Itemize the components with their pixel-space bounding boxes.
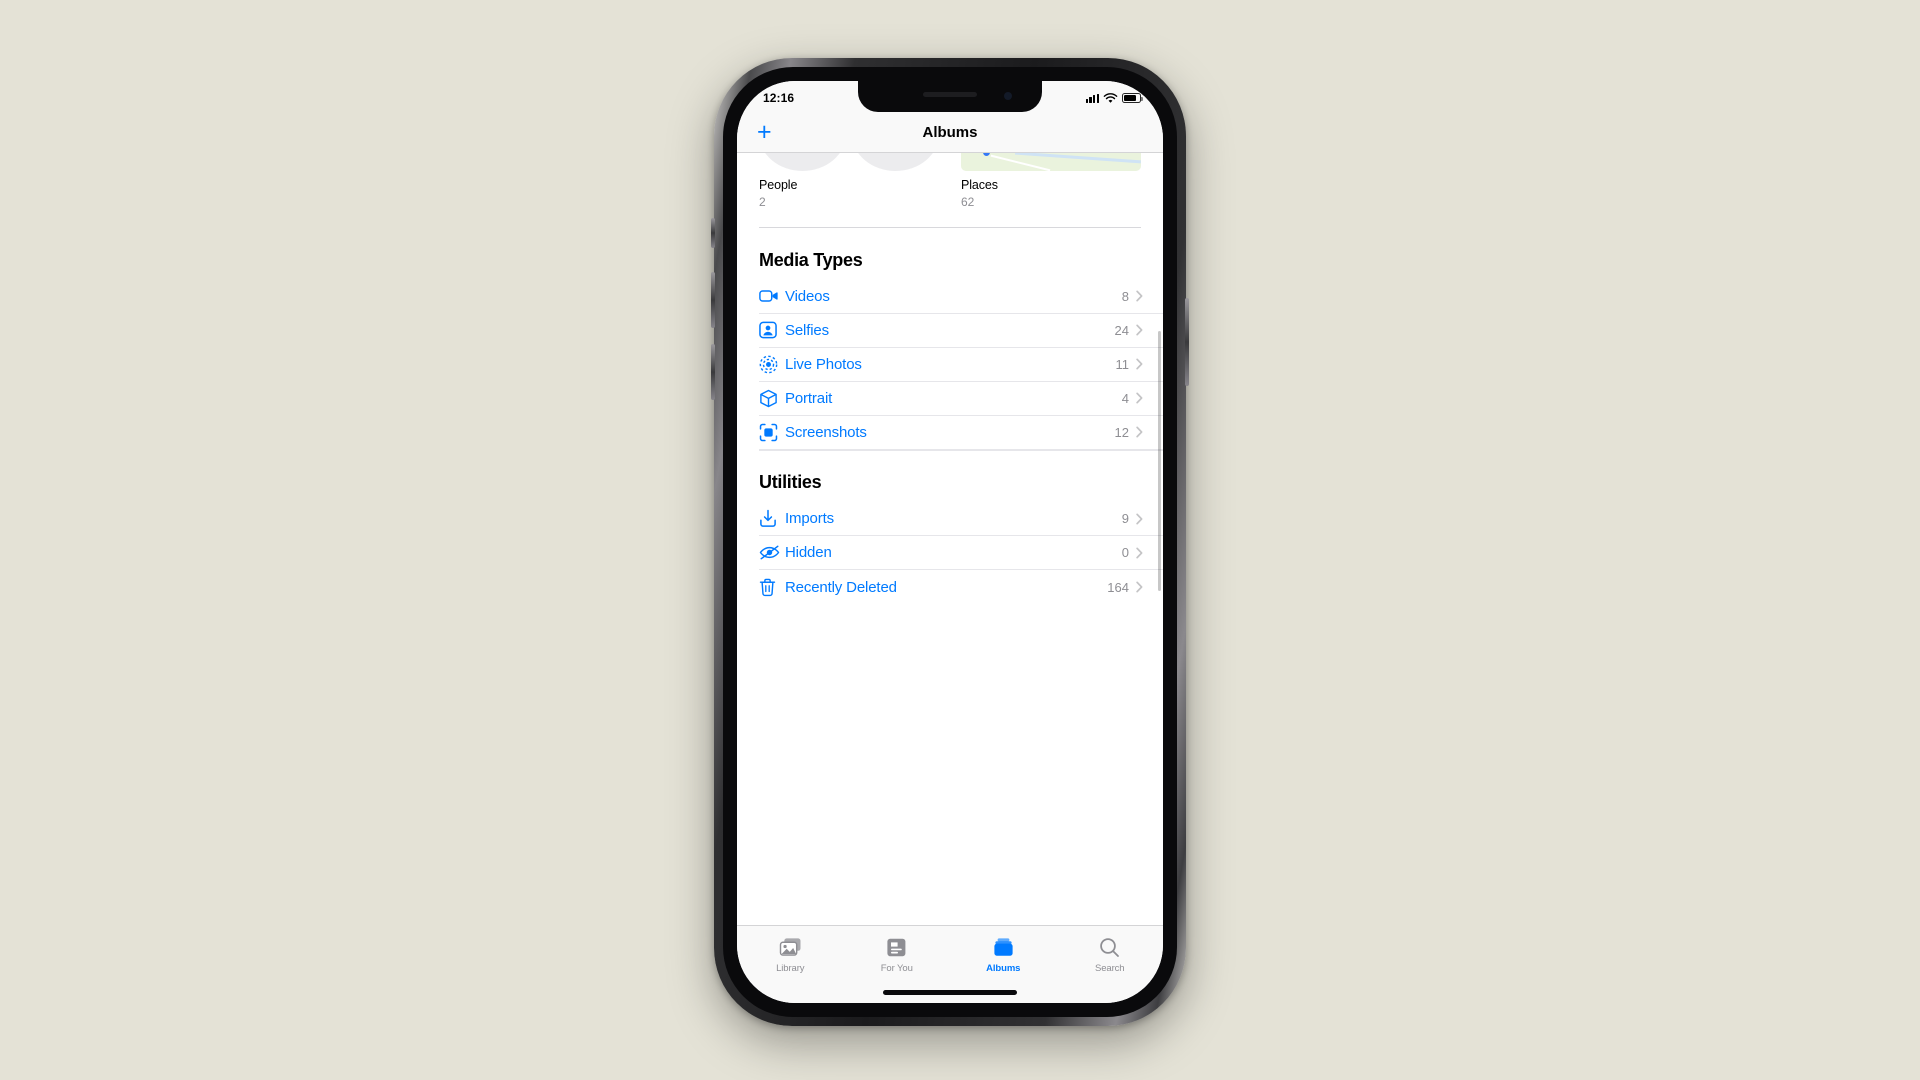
status-indicators [1085, 90, 1143, 104]
chevron-right-icon [1136, 426, 1143, 438]
albums-scroll-content[interactable]: People 2 Places 62 Media Types Videos 8 … [737, 153, 1163, 925]
volume-up-button[interactable] [711, 272, 715, 328]
photos-stack-icon [779, 935, 802, 959]
collection-count: 62 [961, 195, 975, 209]
tab-search[interactable]: Search [1057, 935, 1164, 974]
tab-library[interactable]: Library [737, 935, 844, 974]
power-button[interactable] [1185, 298, 1189, 386]
scrollbar-thumb[interactable] [1158, 331, 1161, 591]
collection-count: 2 [759, 195, 766, 209]
selfie-person-icon [759, 319, 785, 341]
for-you-card-icon [886, 935, 907, 959]
add-album-button[interactable]: + [757, 119, 772, 145]
row-label: Videos [785, 287, 830, 305]
row-label: Selfies [785, 321, 829, 339]
cube-portrait-icon [759, 387, 785, 409]
chevron-right-icon [1136, 513, 1143, 524]
collection-places[interactable]: Places 62 [961, 153, 1141, 209]
video-camera-icon [759, 285, 785, 307]
row-count: 164 [1107, 579, 1129, 595]
chevron-right-icon [1136, 581, 1143, 593]
albums-book-icon [993, 935, 1014, 959]
section-header-media-types: Media Types [759, 249, 863, 270]
tab-label: Library [776, 963, 805, 974]
tab-label: For You [880, 963, 913, 974]
collection-title: Places [961, 178, 998, 192]
screenshot-stage: 12:16 + Albums People 2 Places 62 Media … [0, 0, 1920, 1080]
navigation-bar: + Albums [737, 112, 1163, 153]
row-label: Screenshots [785, 423, 867, 441]
row-label: Recently Deleted [785, 578, 897, 596]
tab-for-you[interactable]: For You [844, 935, 951, 974]
row-label: Imports [785, 510, 834, 527]
collections-row: People 2 Places 62 [737, 153, 1163, 209]
chevron-right-icon [1136, 392, 1143, 404]
row-hidden[interactable]: Hidden 0 [759, 536, 1163, 570]
cellular-signal-icon [1085, 93, 1099, 103]
row-count: 4 [1121, 390, 1129, 406]
tab-albums[interactable]: Albums [950, 935, 1057, 974]
row-count: 8 [1121, 288, 1129, 304]
trash-icon [759, 576, 785, 598]
import-download-icon [759, 508, 785, 530]
row-label: Hidden [785, 544, 832, 561]
earpiece-speaker [923, 92, 977, 97]
row-count: 11 [1115, 356, 1130, 372]
collection-title: People [759, 178, 798, 192]
collection-people[interactable]: People 2 [759, 153, 939, 209]
home-indicator[interactable] [883, 990, 1017, 995]
row-count: 24 [1114, 322, 1129, 338]
row-screenshots[interactable]: Screenshots 12 [759, 416, 1163, 450]
row-count: 12 [1114, 424, 1129, 440]
mute-switch[interactable] [711, 218, 715, 248]
people-avatars-thumbnail [759, 153, 939, 171]
eye-slash-icon [759, 542, 785, 564]
front-camera [1004, 92, 1012, 100]
search-magnifier-icon [1099, 935, 1120, 959]
live-photos-icon [759, 353, 785, 375]
wifi-icon [1103, 92, 1118, 103]
map-pin-blue [982, 153, 990, 156]
row-live-photos[interactable]: Live Photos 11 [759, 348, 1163, 382]
chevron-right-icon [1136, 324, 1143, 336]
screenshot-viewfinder-icon [759, 421, 785, 443]
row-imports[interactable]: Imports 9 [759, 502, 1163, 536]
section-header-utilities: Utilities [759, 472, 822, 492]
page-title: Albums [922, 123, 978, 141]
row-videos[interactable]: Videos 8 [759, 280, 1163, 314]
chevron-right-icon [1136, 358, 1143, 370]
row-count: 9 [1121, 511, 1129, 526]
row-selfies[interactable]: Selfies 24 [759, 314, 1163, 348]
map-thumbnail [961, 153, 1141, 171]
chevron-right-icon [1136, 290, 1143, 302]
row-recently-deleted[interactable]: Recently Deleted 164 [759, 570, 1163, 604]
row-count: 0 [1121, 545, 1129, 560]
phone-bezel: 12:16 + Albums People 2 Places 62 Media … [723, 67, 1177, 1017]
iphone-device-frame: 12:16 + Albums People 2 Places 62 Media … [711, 58, 1189, 1026]
notch [858, 81, 1042, 112]
row-portrait[interactable]: Portrait 4 [759, 382, 1163, 416]
tab-label: Search [1094, 963, 1125, 974]
tab-label: Albums [986, 963, 1021, 974]
chevron-right-icon [1136, 547, 1143, 558]
battery-icon [1122, 93, 1143, 103]
phone-screen: 12:16 + Albums People 2 Places 62 Media … [737, 81, 1163, 1003]
status-time: 12:16 [763, 91, 795, 105]
volume-down-button[interactable] [711, 344, 715, 400]
row-label: Portrait [785, 389, 833, 407]
row-label: Live Photos [785, 355, 862, 373]
